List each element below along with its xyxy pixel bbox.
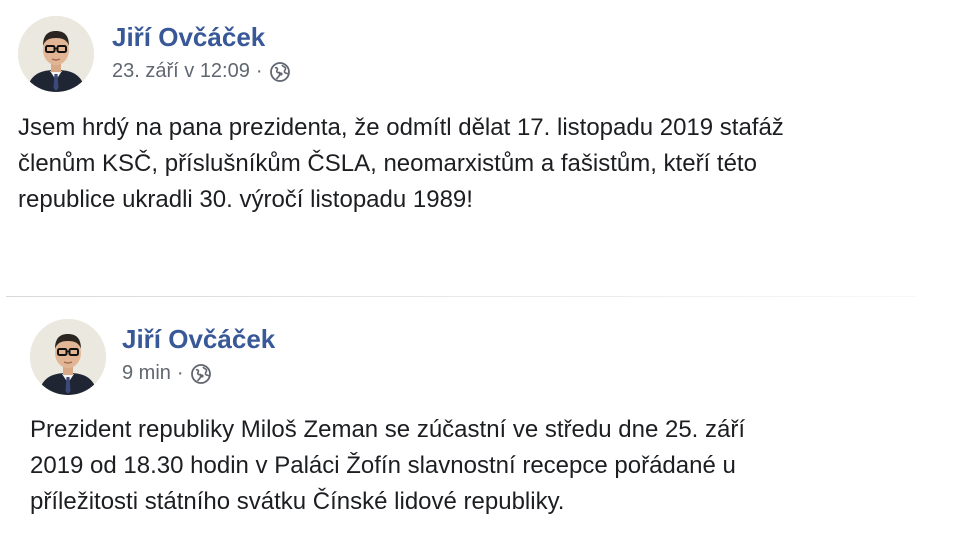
author-avatar[interactable]: [18, 16, 94, 92]
post-meta: 9 min ·: [122, 362, 212, 385]
meta-separator: ·: [176, 362, 184, 384]
post-2: Jiří Ovčáček 9 min · Prezident republiky…: [0, 302, 960, 548]
post-text-line: příležitosti státního svátku Čínské lido…: [30, 488, 565, 515]
globe-icon[interactable]: [190, 363, 212, 385]
post-text-line: Jsem hrdý na pana prezidenta, že odmítl …: [18, 114, 784, 141]
post-body: Jsem hrdý na pana prezidenta, že odmítl …: [18, 110, 784, 218]
globe-icon[interactable]: [269, 61, 291, 83]
post-meta: 23. září v 12:09 ·: [112, 60, 291, 83]
author-name-link[interactable]: Jiří Ovčáček: [122, 324, 275, 355]
meta-separator: ·: [255, 60, 263, 82]
post-1: Jiří Ovčáček 23. září v 12:09 · Jsem hrd…: [0, 0, 960, 290]
post-text-line: Prezident republiky Miloš Zeman se zúčas…: [30, 416, 746, 443]
author-name-link[interactable]: Jiří Ovčáček: [112, 22, 265, 53]
post-text-line: členům KSČ, příslušníkům ČSLA, neomarxis…: [18, 150, 757, 177]
post-text-line: republice ukradli 30. výročí listopadu 1…: [18, 186, 473, 213]
post-body: Prezident republiky Miloš Zeman se zúčas…: [30, 412, 745, 520]
author-avatar[interactable]: [30, 319, 106, 395]
post-text-line: 2019 od 18.30 hodin v Paláci Žofín slavn…: [30, 452, 736, 479]
post-divider: [6, 296, 916, 297]
post-timestamp[interactable]: 9 min: [122, 362, 171, 385]
post-timestamp[interactable]: 23. září v 12:09: [112, 60, 250, 83]
